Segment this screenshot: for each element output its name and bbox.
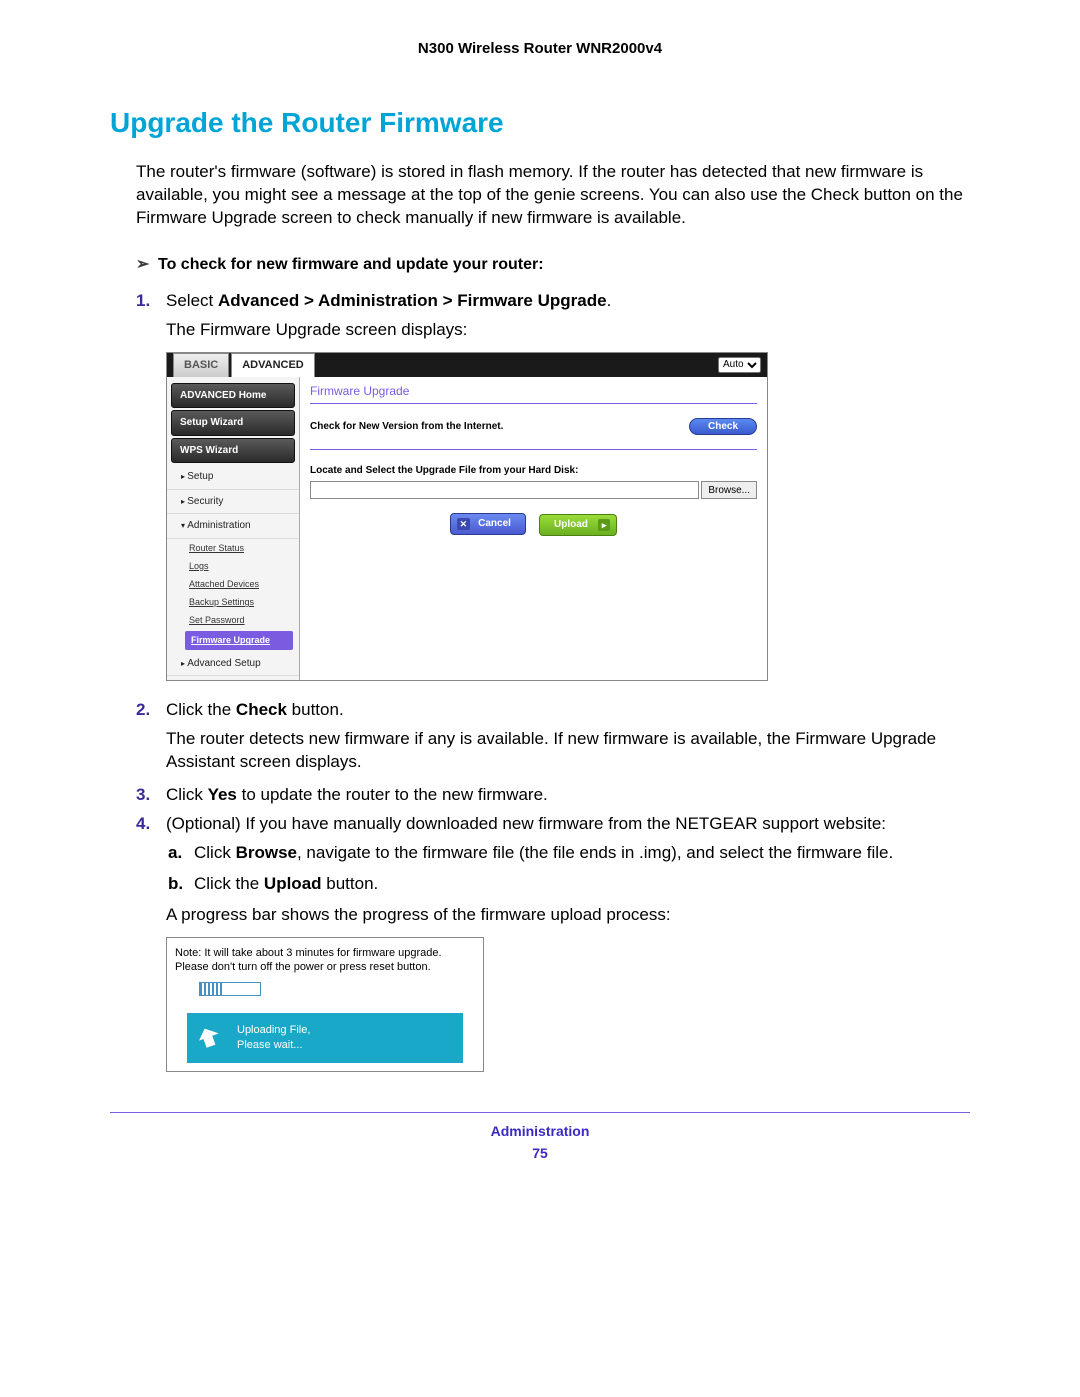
locate-file-label: Locate and Select the Upgrade File from …	[310, 464, 757, 478]
sidebar-firmware-upgrade[interactable]: Firmware Upgrade	[185, 631, 293, 649]
section-title: Upgrade the Router Firmware	[110, 107, 970, 139]
step-number: 3.	[136, 784, 150, 807]
screenshot-topbar: BASIC ADVANCED Auto	[167, 353, 767, 377]
step-1-subtext: The Firmware Upgrade screen displays:	[166, 319, 970, 342]
panel-divider-2	[310, 449, 757, 450]
check-version-label: Check for New Version from the Internet.	[310, 420, 689, 434]
sidebar-setup-wizard[interactable]: Setup Wizard	[171, 410, 295, 436]
substep-letter: a.	[168, 842, 182, 865]
product-header: N300 Wireless Router WNR2000v4	[110, 40, 970, 57]
footer-section-name: Administration	[110, 1123, 970, 1139]
step-4-text: (Optional) If you have manually download…	[166, 813, 970, 836]
banner-line1: Uploading File,	[237, 1023, 310, 1038]
tab-advanced[interactable]: ADVANCED	[231, 353, 315, 377]
banner-line2: Please wait...	[237, 1038, 310, 1053]
panel-divider	[310, 403, 757, 404]
step-4a-text-a: Click	[194, 843, 236, 862]
arrow-right-icon: ▸	[598, 519, 611, 531]
step-3-text-c: to update the router to the new firmware…	[237, 785, 548, 804]
check-button[interactable]: Check	[689, 418, 757, 435]
firmware-upgrade-screenshot: BASIC ADVANCED Auto ADVANCED Home Setup …	[166, 352, 768, 681]
file-path-input[interactable]	[310, 481, 699, 499]
screenshot-main-panel: Firmware Upgrade Check for New Version f…	[300, 377, 767, 680]
step-3-text-a: Click	[166, 785, 208, 804]
triangle-bullet-icon: ➢	[136, 254, 158, 274]
step-number: 1.	[136, 290, 150, 313]
substep-letter: b.	[168, 873, 183, 896]
step-1-text-c: .	[607, 291, 612, 310]
upload-icon	[199, 1024, 227, 1052]
screenshot-sidebar: ADVANCED Home Setup Wizard WPS Wizard Se…	[167, 377, 300, 680]
sidebar-attached-devices[interactable]: Attached Devices	[167, 575, 299, 593]
step-2-text-a: Click the	[166, 700, 236, 719]
step-number: 2.	[136, 699, 150, 722]
sidebar-setup[interactable]: Setup	[167, 465, 299, 490]
cancel-button[interactable]: ✕ Cancel	[450, 513, 526, 535]
cancel-button-label: Cancel	[478, 517, 511, 531]
sidebar-router-status[interactable]: Router Status	[167, 539, 299, 557]
uploading-banner: Uploading File, Please wait...	[187, 1013, 463, 1063]
sidebar-set-password[interactable]: Set Password	[167, 611, 299, 629]
procedure-header-text: To check for new firmware and update you…	[158, 256, 544, 273]
step-number: 4.	[136, 813, 150, 836]
step-2-bold: Check	[236, 700, 287, 719]
step-3: 3. Click Yes to update the router to the…	[166, 784, 970, 807]
footer-page-number: 75	[110, 1145, 970, 1161]
sidebar-administration[interactable]: Administration	[167, 514, 299, 539]
step-1-text-a: Select	[166, 291, 218, 310]
step-4a-bold: Browse	[236, 843, 297, 862]
page-footer: Administration 75	[110, 1112, 970, 1161]
upload-button[interactable]: Upload ▸	[539, 514, 617, 536]
step-4-subtext: A progress bar shows the progress of the…	[166, 904, 970, 927]
step-4b-text-a: Click the	[194, 874, 264, 893]
step-3-bold: Yes	[208, 785, 237, 804]
step-2-text-c: button.	[287, 700, 344, 719]
upload-button-label: Upload	[554, 518, 588, 532]
step-4b-text-c: button.	[322, 874, 379, 893]
browse-button[interactable]: Browse...	[701, 481, 757, 499]
progress-bar	[199, 982, 261, 996]
progress-bar-fill	[200, 983, 224, 995]
step-4a-text-c: , navigate to the firmware file (the fil…	[297, 843, 893, 862]
sidebar-wps-wizard[interactable]: WPS Wizard	[171, 438, 295, 464]
panel-title: Firmware Upgrade	[310, 383, 757, 399]
sidebar-backup-settings[interactable]: Backup Settings	[167, 593, 299, 611]
language-select[interactable]: Auto	[718, 357, 761, 373]
step-4: 4. (Optional) If you have manually downl…	[166, 813, 970, 1072]
step-1-bold: Advanced > Administration > Firmware Upg…	[218, 291, 607, 310]
sidebar-security[interactable]: Security	[167, 490, 299, 515]
step-4a: a. Click Browse, navigate to the firmwar…	[194, 842, 970, 865]
progress-note: Note: It will take about 3 minutes for f…	[175, 946, 475, 975]
step-2-subtext: The router detects new firmware if any i…	[166, 728, 970, 774]
language-selector[interactable]: Auto	[718, 357, 761, 373]
step-4b-bold: Upload	[264, 874, 322, 893]
step-4b: b. Click the Upload button.	[194, 873, 970, 896]
step-1: 1. Select Advanced > Administration > Fi…	[166, 290, 970, 681]
sidebar-advanced-setup[interactable]: Advanced Setup	[167, 652, 299, 677]
tab-basic[interactable]: BASIC	[173, 353, 229, 377]
sidebar-logs[interactable]: Logs	[167, 557, 299, 575]
procedure-header: ➢To check for new firmware and update yo…	[136, 254, 970, 274]
intro-paragraph: The router's firmware (software) is stor…	[136, 161, 970, 230]
progress-screenshot: Note: It will take about 3 minutes for f…	[166, 937, 484, 1072]
step-2: 2. Click the Check button. The router de…	[166, 699, 970, 774]
close-icon: ✕	[457, 518, 471, 530]
sidebar-advanced-home[interactable]: ADVANCED Home	[171, 383, 295, 409]
